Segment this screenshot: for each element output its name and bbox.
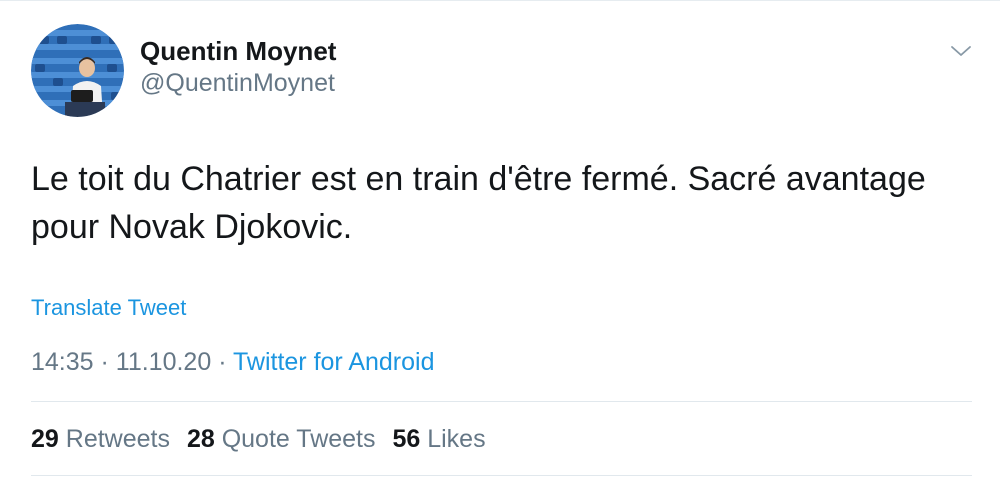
quotes-count: 28: [186, 425, 215, 453]
retweets-stat[interactable]: 29 Retweets: [31, 425, 170, 453]
user-names: Quentin Moynet @QuentinMoynet: [140, 35, 336, 99]
tweet-meta: 14:35 · 11.10.20 · Twitter for Android: [31, 345, 435, 379]
divider: [31, 401, 972, 402]
avatar[interactable]: [31, 23, 124, 117]
likes-count: 56: [392, 425, 421, 453]
tweet-stats: 29 Retweets 28 Quote Tweets 56 Likes: [31, 422, 496, 456]
meta-separator: ·: [211, 348, 234, 376]
tweet-date: 11.10.20: [115, 348, 212, 376]
quote-tweets-stat[interactable]: 28 Quote Tweets: [187, 425, 376, 453]
top-divider: [0, 0, 1000, 1]
translate-tweet-link[interactable]: Translate Tweet: [31, 293, 186, 323]
likes-stat[interactable]: 56 Likes: [392, 425, 485, 453]
likes-label: Likes: [427, 425, 486, 453]
tweet-text: Le toit du Chatrier est en train d'être …: [31, 160, 936, 246]
divider: [31, 475, 972, 476]
quotes-label: Quote Tweets: [221, 425, 376, 453]
retweets-label: Retweets: [65, 425, 170, 453]
tweet-time: 14:35: [31, 348, 94, 376]
tweet-source-link[interactable]: Twitter for Android: [233, 348, 434, 376]
meta-separator: ·: [93, 348, 116, 376]
display-name[interactable]: Quentin Moynet: [140, 35, 336, 67]
user-handle[interactable]: @QuentinMoynet: [140, 67, 336, 99]
tweet-header: Quentin Moynet @QuentinMoynet: [31, 22, 336, 118]
tweet-detail: Quentin Moynet @QuentinMoynet Le toit du…: [0, 0, 1000, 498]
chevron-down-icon[interactable]: [950, 44, 972, 58]
retweets-count: 29: [31, 425, 59, 453]
